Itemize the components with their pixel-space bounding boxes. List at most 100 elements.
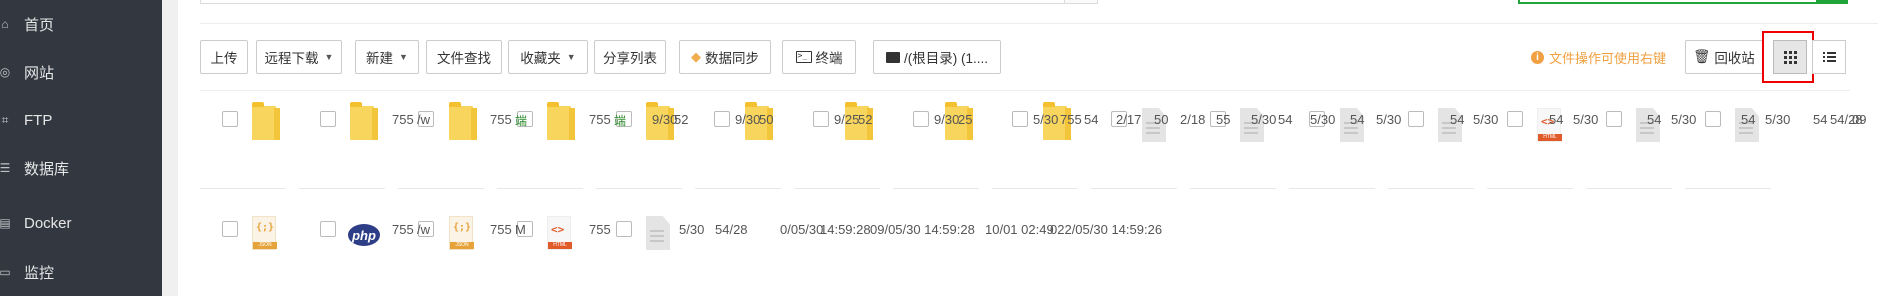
file-checkbox[interactable] [616, 221, 632, 237]
file-name-fragment: 54 [1278, 112, 1293, 127]
file-name-fragment: 755 [1060, 112, 1082, 127]
globe-icon: ◎ [0, 65, 11, 79]
grid-separator [1091, 188, 1177, 189]
sidebar-item-database[interactable]: ☰ 数据库 [0, 154, 162, 182]
file-checkbox[interactable] [320, 221, 336, 237]
file-checkbox[interactable] [320, 111, 336, 127]
file-name-fragment: 5/30 [1033, 112, 1059, 127]
sidebar-item-label: 数据库 [24, 160, 70, 178]
file-checkbox[interactable] [1507, 111, 1523, 127]
php-file-icon[interactable]: php [348, 224, 380, 246]
file-name-fragment: 54 [1647, 112, 1662, 127]
sidebar-item-home[interactable]: ⌂ 首页 [0, 10, 162, 38]
folder-icon[interactable] [449, 102, 477, 140]
file-name-fragment: 52 [858, 112, 873, 127]
upload-label: 上传 [210, 51, 238, 66]
file-name-fragment: 9/30 [735, 112, 761, 127]
recycle-bin-button[interactable]: 🗑 回收站 [1685, 40, 1763, 74]
grid-separator [1388, 188, 1474, 189]
file-checkbox[interactable] [1705, 111, 1721, 127]
home-icon: ⌂ [1, 17, 9, 31]
file-name-fragment: 5/30 [1376, 112, 1402, 127]
grid-separator [695, 188, 781, 189]
file-checkbox[interactable] [1606, 111, 1622, 127]
database-icon: ☰ [0, 161, 11, 175]
grid-separator [1487, 188, 1573, 189]
sidebar: ⌂ 首页 ◎ 网站 ⌗ FTP ☰ 数据库 ▤ Docker ▭ 监控 [0, 0, 162, 296]
search-field[interactable] [1518, 0, 1846, 4]
search-button[interactable] [1816, 0, 1848, 4]
terminal-button[interactable]: >_ 终端 [782, 40, 856, 74]
grid-separator [1289, 188, 1375, 189]
file-name-fragment: 54 [1813, 112, 1828, 127]
remote-download-label: 远程下载 [264, 51, 319, 66]
path-button[interactable]: /(根目录) (1.... [873, 40, 1001, 74]
file-name-fragment: 50 [1154, 112, 1169, 127]
tip-label: 文件操作可使用右键 [1549, 50, 1667, 66]
sidebar-item-monitor[interactable]: ▭ 监控 [0, 258, 162, 286]
info-icon: i [1531, 50, 1544, 64]
json-file-icon[interactable]: {;} JSON [252, 216, 277, 250]
file-checkbox[interactable] [1012, 111, 1028, 127]
file-name-fragment: 9/30 [934, 112, 960, 127]
favorites-button[interactable]: 收藏夹 ▼ [508, 40, 588, 74]
file-name-fragment: 10/01 02:49 [985, 222, 1054, 237]
sidebar-item-docker[interactable]: ▤ Docker [0, 209, 162, 237]
grid-separator [299, 188, 385, 189]
data-sync-button[interactable]: ◆ 数据同步 [679, 40, 771, 74]
file-name-fragment: 25 [958, 112, 973, 127]
grid-separator [398, 188, 484, 189]
file-checkbox[interactable] [913, 111, 929, 127]
upload-button[interactable]: 上传 [200, 40, 248, 74]
path-input[interactable] [200, 0, 1066, 4]
drive-icon [886, 51, 900, 63]
file-name-fragment: 54 [1450, 112, 1465, 127]
file-checkbox[interactable] [813, 111, 829, 127]
folder-icon[interactable] [350, 102, 378, 140]
file-checkbox[interactable] [222, 221, 238, 237]
file-name-fragment: 5/30 [679, 222, 705, 237]
file-name-fragment: 0/05/30 [780, 222, 824, 237]
file-name-fragment: 54 [1549, 112, 1564, 127]
file-icon[interactable] [646, 216, 670, 250]
sidebar-item-label: Docker [24, 214, 72, 232]
monitor-icon: ▭ [0, 265, 11, 279]
path-input-button[interactable] [1064, 0, 1098, 4]
file-name-fragment: 2/17 [1116, 112, 1142, 127]
remote-download-button[interactable]: 远程下载 ▼ [256, 40, 342, 74]
trash-icon: 🗑 [1693, 49, 1711, 64]
file-search-label: 文件查找 [437, 51, 491, 66]
grid-separator [992, 188, 1078, 189]
sidebar-item-label: FTP [24, 111, 53, 129]
list-view-button[interactable] [1812, 40, 1846, 74]
grid-separator [497, 188, 583, 189]
context-menu-tip: i 文件操作可使用右键 [1531, 47, 1666, 67]
file-name-fragment: /w [417, 222, 430, 237]
file-search-button[interactable]: 文件查找 [426, 40, 502, 74]
grid-separator [794, 188, 880, 189]
grid-separator [200, 188, 286, 189]
file-name-fragment: 755 [589, 222, 611, 237]
file-name-fragment: 端 [614, 114, 627, 128]
file-checkbox[interactable] [1408, 111, 1424, 127]
terminal-icon: >_ [795, 51, 812, 63]
file-name-fragment: 54 [1084, 112, 1099, 127]
file-name-fragment: 54 [1350, 112, 1365, 127]
folder-icon[interactable] [252, 102, 280, 140]
file-name-fragment: 55 [1216, 112, 1231, 127]
file-name-fragment: 2/18 [1180, 112, 1206, 127]
sidebar-item-website[interactable]: ◎ 网站 [0, 58, 162, 86]
file-name-fragment: 50 [759, 112, 774, 127]
file-checkbox[interactable] [222, 111, 238, 127]
json-file-icon[interactable]: {;} JSON [449, 216, 474, 250]
html-file-icon[interactable]: <> HTML [547, 216, 572, 250]
file-name-fragment: 09/05/30 14:59:28 [870, 222, 975, 237]
sidebar-item-ftp[interactable]: ⌗ FTP [0, 106, 162, 134]
chevron-down-icon: ▼ [566, 52, 576, 62]
folder-icon[interactable] [547, 102, 575, 140]
sidebar-item-label: 网站 [24, 64, 55, 82]
new-button[interactable]: 新建 ▼ [355, 40, 419, 74]
file-checkbox[interactable] [714, 111, 730, 127]
file-name-fragment: 54/28 [715, 222, 748, 237]
share-list-button[interactable]: 分享列表 [594, 40, 666, 74]
